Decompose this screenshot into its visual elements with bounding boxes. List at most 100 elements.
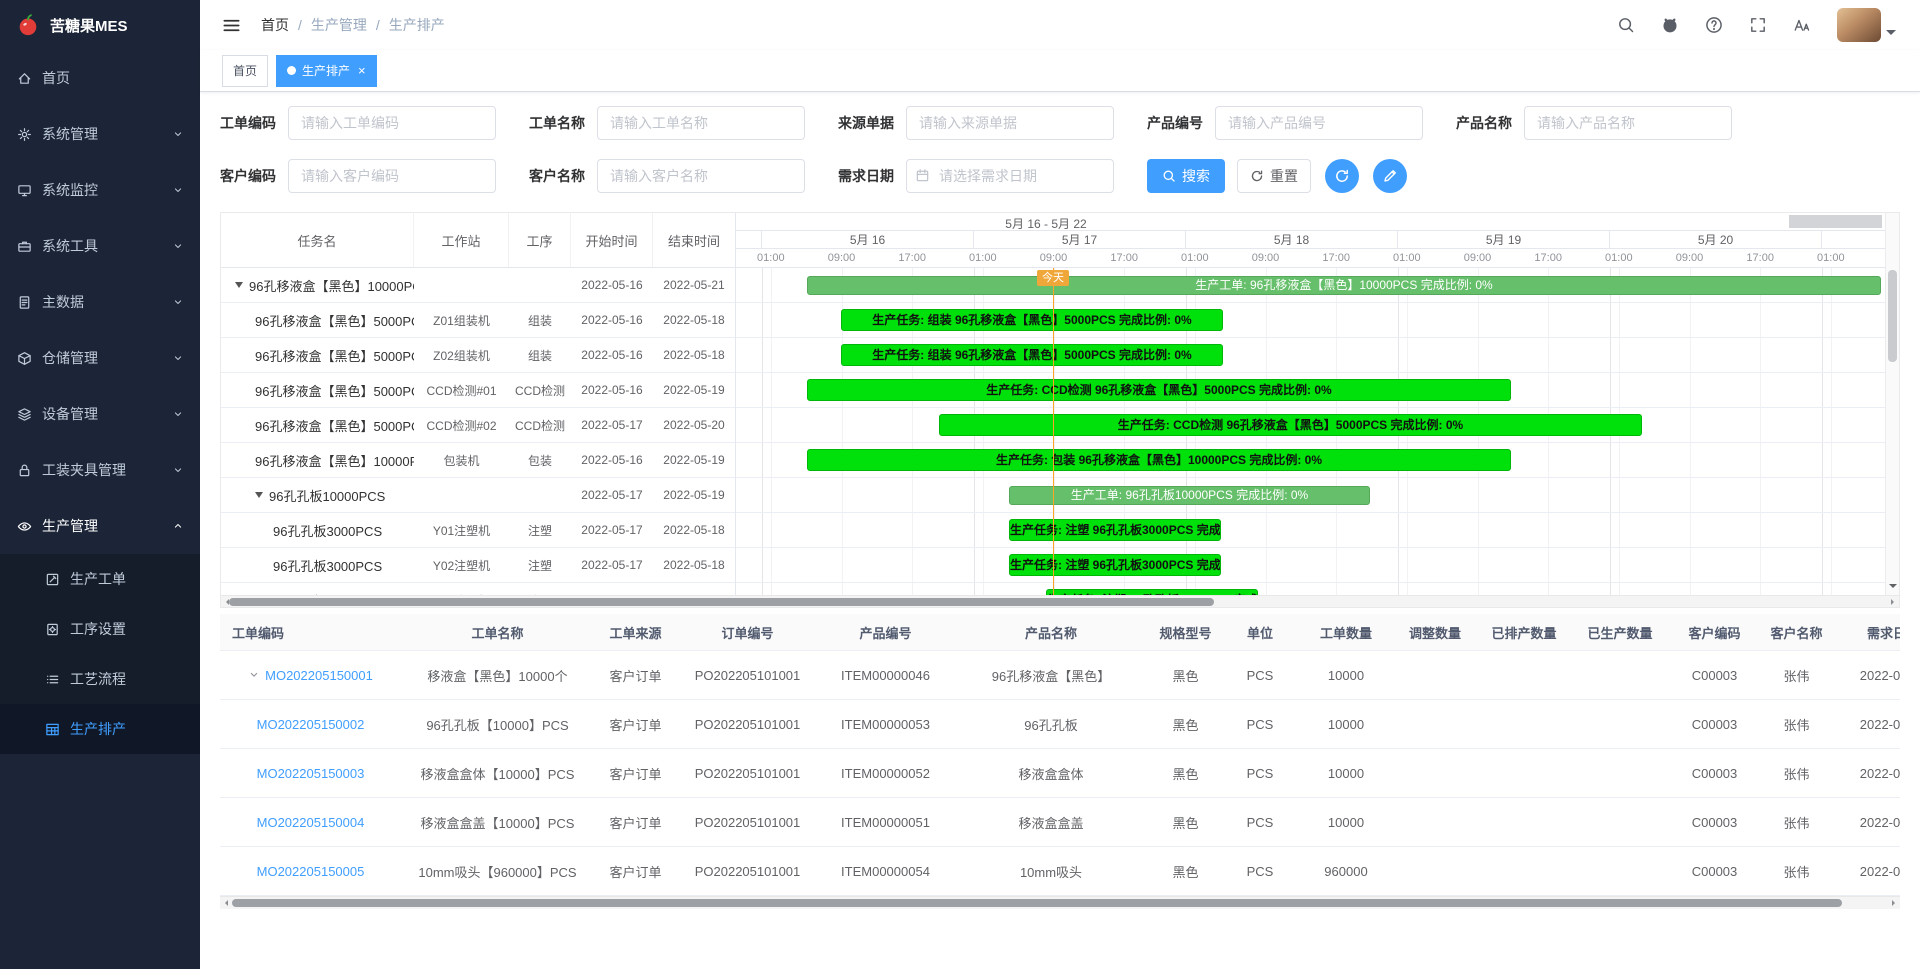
- gantt-header-scroll-thumb[interactable]: [1789, 215, 1882, 228]
- edit-schedule-button[interactable]: [1373, 159, 1407, 193]
- sidebar-item-home[interactable]: 首页: [0, 50, 200, 106]
- product-code-input[interactable]: [1215, 106, 1423, 140]
- sidebar-item-fixture-mgmt[interactable]: 工装夹具管理: [0, 442, 200, 498]
- gantt-bar[interactable]: 生产任务: 注塑 96孔孔板3000PCS 完成比例: 0%: [1009, 554, 1221, 576]
- sidebar-item-master-data[interactable]: 主数据: [0, 274, 200, 330]
- sidebar-item-equipment-mgmt[interactable]: 设备管理: [0, 386, 200, 442]
- gantt-bar[interactable]: 生产任务: 组装 96孔移液盒【黑色】5000PCS 完成比例: 0%: [841, 344, 1223, 366]
- tree-collapse-icon[interactable]: [235, 282, 243, 288]
- gantt-grid-row[interactable]: 96孔移液盒【黑色】10000PCS2022-05-162022-05-21: [221, 268, 735, 303]
- tree-collapse-icon[interactable]: [255, 492, 263, 498]
- gantt-vertical-scrollbar[interactable]: [1885, 213, 1899, 595]
- gantt-bar[interactable]: 生产任务: 注塑 96孔孔板3000PCS 完成比例: 0%: [1046, 589, 1258, 595]
- app-logo[interactable]: 苦糖果MES: [0, 0, 200, 50]
- font-size-icon[interactable]: [1793, 16, 1811, 34]
- logo-icon: [16, 13, 40, 37]
- work-order-link[interactable]: MO202205150002: [257, 717, 365, 732]
- fullscreen-icon[interactable]: [1749, 16, 1767, 34]
- gantt-grid-row[interactable]: 96孔移液盒【黑色】5000PCSZ01组装机组装2022-05-162022-…: [221, 303, 735, 338]
- gantt-bar[interactable]: 生产工单: 96孔孔板10000PCS 完成比例: 0%: [1009, 486, 1370, 505]
- gantt-bar[interactable]: 生产任务: 注塑 96孔孔板3000PCS 完成比例: 0%: [1009, 519, 1221, 541]
- gantt-chart-row: 生产任务: 组装 96孔移液盒【黑色】5000PCS 完成比例: 0%: [736, 303, 1885, 338]
- table-cell-order: PO202205101001: [677, 815, 818, 830]
- tab-home[interactable]: 首页: [222, 55, 268, 87]
- hamburger-icon[interactable]: [222, 16, 241, 35]
- table-row[interactable]: MO202205150003移液盒盒体【10000】PCS客户订单PO20220…: [220, 749, 1900, 798]
- scroll-right-arrow[interactable]: [1892, 900, 1898, 906]
- sidebar-item-process-flow[interactable]: 工艺流程: [0, 654, 200, 704]
- table-horizontal-scrollbar[interactable]: [220, 896, 1900, 909]
- product-name-input[interactable]: [1524, 106, 1732, 140]
- search-button[interactable]: 搜索: [1147, 159, 1225, 193]
- breadcrumb-home[interactable]: 首页: [261, 15, 289, 35]
- search-icon[interactable]: [1617, 16, 1635, 34]
- gantt-bar[interactable]: 生产任务: CCD检测 96孔移液盒【黑色】5000PCS 完成比例: 0%: [807, 379, 1511, 401]
- gantt-bar[interactable]: 生产工单: 96孔移液盒【黑色】10000PCS 完成比例: 0%: [807, 276, 1881, 295]
- scroll-right-arrow[interactable]: [1891, 599, 1897, 605]
- sidebar-item-warehouse-mgmt[interactable]: 仓储管理: [0, 330, 200, 386]
- reset-button[interactable]: 重置: [1237, 159, 1311, 193]
- refresh-gantt-button[interactable]: [1325, 159, 1359, 193]
- table-row[interactable]: MO202205150004移液盒盒盖【10000】PCS客户订单PO20220…: [220, 798, 1900, 847]
- gantt-end-cell: 2022-05-21: [653, 278, 735, 292]
- sidebar-item-production-schedule[interactable]: 生产排产: [0, 704, 200, 754]
- row-expand-icon[interactable]: [248, 669, 260, 681]
- scrollbar-thumb[interactable]: [232, 899, 1842, 907]
- gantt-bar[interactable]: 生产任务: 包装 96孔移液盒【黑色】10000PCS 完成比例: 0%: [807, 449, 1511, 471]
- gantt-hour-label: 17:00: [1534, 252, 1562, 264]
- gantt-hour-label: 01:00: [969, 252, 997, 264]
- customer-name-input[interactable]: [597, 159, 805, 193]
- gantt-bar[interactable]: 生产任务: CCD检测 96孔移液盒【黑色】5000PCS 完成比例: 0%: [939, 414, 1642, 436]
- avatar[interactable]: [1837, 8, 1881, 42]
- work-order-link[interactable]: MO202205150003: [257, 766, 365, 781]
- table-cell-qty: 10000: [1298, 668, 1394, 683]
- work-order-link[interactable]: MO202205150001: [265, 668, 373, 683]
- help-icon[interactable]: [1705, 16, 1723, 34]
- tab-label: 首页: [233, 62, 257, 79]
- table-cell-qty: 10000: [1298, 766, 1394, 781]
- scroll-down-arrow[interactable]: [1889, 584, 1897, 592]
- gantt-grid-row[interactable]: 96孔孔板10000PCS2022-05-172022-05-19: [221, 478, 735, 513]
- gantt-grid-row[interactable]: 96孔孔板3000PCSY03注塑机注塑2022-05-172022-05-18: [221, 583, 735, 595]
- sidebar-item-system-mgmt[interactable]: 系统管理: [0, 106, 200, 162]
- gantt-grid-row[interactable]: 96孔孔板3000PCSY01注塑机注塑2022-05-172022-05-18: [221, 513, 735, 548]
- table-row[interactable]: MO20220515000296孔孔板【10000】PCS客户订单PO20220…: [220, 700, 1900, 749]
- user-menu[interactable]: [1837, 8, 1896, 42]
- customer-code-input[interactable]: [288, 159, 496, 193]
- sidebar-item-system-tools[interactable]: 系统工具: [0, 218, 200, 274]
- gantt-bar[interactable]: 生产任务: 组装 96孔移液盒【黑色】5000PCS 完成比例: 0%: [841, 309, 1223, 331]
- sidebar-item-production-order[interactable]: 生产工单: [0, 554, 200, 604]
- sidebar-item-process-setting[interactable]: 工序设置: [0, 604, 200, 654]
- gantt-hour-label: 01:00: [757, 252, 785, 264]
- table-row[interactable]: MO202205150001移液盒【黑色】10000个客户订单PO2022051…: [220, 651, 1900, 700]
- gantt-grid-row[interactable]: 96孔孔板3000PCSY02注塑机注塑2022-05-172022-05-18: [221, 548, 735, 583]
- sidebar-item-production-mgmt[interactable]: 生产管理: [0, 498, 200, 554]
- scrollbar-thumb[interactable]: [229, 598, 1214, 606]
- sidebar-item-system-monitor[interactable]: 系统监控: [0, 162, 200, 218]
- work-order-code-input[interactable]: [288, 106, 496, 140]
- demand-date-input[interactable]: [906, 159, 1114, 193]
- table-cell-source: 客户订单: [594, 813, 677, 832]
- gantt-horizontal-scrollbar[interactable]: [221, 595, 1899, 607]
- gantt-grid-row[interactable]: 96孔移液盒【黑色】10000PCS包装机包装2022-05-162022-05…: [221, 443, 735, 478]
- breadcrumb-production-schedule[interactable]: 生产排产: [389, 15, 445, 35]
- tools-icon: [16, 238, 32, 254]
- gantt-task-name-cell: 96孔移液盒【黑色】5000PCS: [221, 381, 414, 400]
- gantt-grid-row[interactable]: 96孔移液盒【黑色】5000PCSCCD检测#01CCD检测2022-05-16…: [221, 373, 735, 408]
- work-order-link[interactable]: MO202205150005: [257, 864, 365, 879]
- table-row[interactable]: MO20220515000510mm吸头【960000】PCS客户订单PO202…: [220, 847, 1900, 896]
- github-icon[interactable]: [1661, 16, 1679, 34]
- breadcrumb-production-mgmt[interactable]: 生产管理: [311, 15, 367, 35]
- tab-production-schedule[interactable]: 生产排产×: [276, 55, 377, 87]
- work-order-code-cell: MO202205150005: [220, 864, 401, 879]
- scroll-left-arrow[interactable]: [222, 900, 228, 906]
- scrollbar-thumb[interactable]: [1888, 270, 1897, 362]
- gantt-grid-row[interactable]: 96孔移液盒【黑色】5000PCSZ02组装机组装2022-05-162022-…: [221, 338, 735, 373]
- tab-close-icon[interactable]: ×: [358, 63, 366, 78]
- gantt-chart-row: 生产工单: 96孔移液盒【黑色】10000PCS 完成比例: 0%: [736, 268, 1885, 303]
- work-order-name-input[interactable]: [597, 106, 805, 140]
- table-column-header: 客户名称: [1761, 623, 1832, 642]
- source-doc-input[interactable]: [906, 106, 1114, 140]
- gantt-grid-row[interactable]: 96孔移液盒【黑色】5000PCSCCD检测#02CCD检测2022-05-17…: [221, 408, 735, 443]
- work-order-link[interactable]: MO202205150004: [257, 815, 365, 830]
